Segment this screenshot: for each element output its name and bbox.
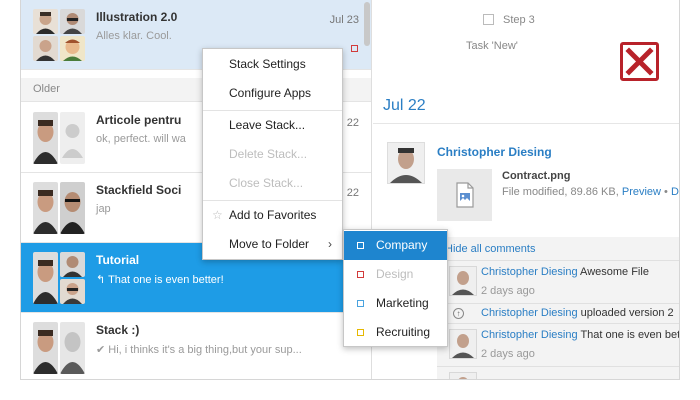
row-subtitle: jap: [96, 203, 111, 215]
menu-item-leave-stack[interactable]: Leave Stack...: [203, 111, 342, 140]
avatar: [33, 112, 58, 164]
avatar-group: [33, 322, 85, 374]
comment-author-link[interactable]: Christopher Diesing: [481, 329, 578, 341]
avatar: [60, 112, 85, 164]
avatar: [449, 329, 477, 359]
avatar: [60, 279, 85, 304]
hide-comments-link[interactable]: Hide all comments: [445, 243, 535, 255]
divider: [437, 366, 679, 367]
task-checkbox[interactable]: [483, 14, 494, 25]
avatar: [33, 322, 58, 374]
avatar: [60, 182, 85, 234]
row-subtitle: ok, perfect. will wa: [96, 133, 186, 145]
file-thumbnail[interactable]: [437, 169, 492, 221]
divider: [437, 323, 679, 324]
comment-author-link[interactable]: Christopher Diesing: [481, 266, 578, 278]
folder-item-design: Design: [344, 260, 447, 289]
menu-item-add-to-favorites[interactable]: ☆ Add to Favorites: [203, 201, 342, 230]
comment-body: Awesome File: [577, 266, 649, 278]
comment-time: 2 days ago: [481, 285, 535, 297]
folder-submenu: Company Design Marketing Recruiting: [343, 229, 448, 347]
avatar-group: [33, 112, 85, 164]
app-frame: Illustration 2.0 Alles klar. Cool. Jul 2…: [20, 0, 680, 380]
avatar-group: [33, 182, 85, 234]
avatar: [33, 252, 58, 304]
avatar: [449, 266, 477, 296]
upload-icon: ↑: [453, 308, 464, 319]
step-label: Step 3: [503, 14, 535, 26]
meta-separator: •: [660, 186, 671, 198]
folder-color-icon: [357, 329, 364, 336]
list-item[interactable]: Stack :) ✔ Hi, i thinks it's a big thing…: [21, 313, 371, 379]
comment-text: Christopher Diesing Awesome File: [481, 266, 649, 278]
file-meta-text: File modified, 89.86 KB,: [502, 186, 619, 198]
row-date: Jul 23: [329, 14, 359, 26]
avatar: [387, 142, 425, 184]
avatar-group: [33, 9, 85, 61]
row-title: Illustration 2.0: [96, 10, 178, 24]
file-meta: File modified, 89.86 KB, Preview • Do: [502, 186, 679, 198]
avatar: [60, 252, 85, 277]
context-menu: Stack Settings Configure Apps Leave Stac…: [202, 48, 343, 260]
avatar: [60, 9, 85, 34]
folder-label: Company: [376, 238, 428, 252]
folder-label: Design: [376, 267, 414, 281]
folder-label: Marketing: [376, 296, 429, 310]
avatar: [60, 36, 85, 61]
menu-item-delete-stack: Delete Stack...: [229, 147, 308, 161]
poster-name-link[interactable]: Christopher Diesing: [437, 145, 552, 159]
row-title: Articole pentru: [96, 113, 182, 127]
comments-panel: Hide all comments Christopher Diesing Aw…: [437, 237, 680, 379]
comment-text: Christopher Diesing uploaded version 2: [481, 307, 674, 319]
avatar: [449, 372, 477, 379]
unread-indicator: [351, 45, 358, 52]
divider: [373, 123, 679, 124]
avatar-group: [33, 252, 85, 304]
avatar: [33, 9, 58, 34]
task-label: Task 'New': [466, 40, 518, 52]
list-scrollbar[interactable]: [364, 2, 370, 46]
date-heading: Jul 22: [383, 97, 426, 114]
row-title: Tutorial: [96, 253, 140, 267]
folder-color-icon: [357, 242, 364, 249]
row-subtitle: Alles klar. Cool.: [96, 30, 172, 42]
row-subtitle: ✔ Hi, i thinks it's a big thing,but your…: [96, 344, 302, 356]
folder-item-company[interactable]: Company: [344, 231, 447, 260]
avatar: [33, 36, 58, 61]
close-icon[interactable]: [620, 42, 659, 81]
file-name: Contract.png: [502, 170, 571, 182]
folder-item-recruiting[interactable]: Recruiting: [344, 318, 447, 347]
menu-item-label: Add to Favorites: [229, 208, 317, 222]
divider: [437, 260, 679, 261]
menu-item-move-to-folder[interactable]: Move to Folder ›: [203, 230, 342, 259]
avatar: [60, 322, 85, 374]
row-subtitle: ↰ That one is even better!: [96, 274, 224, 286]
row-title: Stackfield Soci: [96, 183, 182, 197]
comment-body: That one is even bett: [577, 329, 680, 341]
download-link[interactable]: Do: [671, 186, 679, 198]
comment-text: Christopher Diesing That one is even bet…: [481, 329, 680, 341]
folder-color-icon: [357, 271, 364, 278]
menu-item-label: Move to Folder: [229, 237, 310, 251]
preview-link[interactable]: Preview: [622, 186, 661, 198]
comment-time: 2 days ago: [481, 348, 535, 360]
menu-item-close-stack: Close Stack...: [229, 176, 304, 190]
divider: [437, 303, 679, 304]
menu-item-configure-apps[interactable]: Configure Apps: [203, 79, 342, 108]
comment-author-link[interactable]: Christopher Diesing: [481, 307, 578, 319]
menu-item-stack-settings[interactable]: Stack Settings: [203, 50, 342, 79]
folder-item-marketing[interactable]: Marketing: [344, 289, 447, 318]
avatar: [33, 182, 58, 234]
comment-body: uploaded version 2: [577, 307, 674, 319]
folder-label: Recruiting: [376, 325, 431, 339]
chevron-right-icon: ›: [328, 237, 332, 251]
folder-color-icon: [357, 300, 364, 307]
row-title: Stack :): [96, 323, 140, 337]
